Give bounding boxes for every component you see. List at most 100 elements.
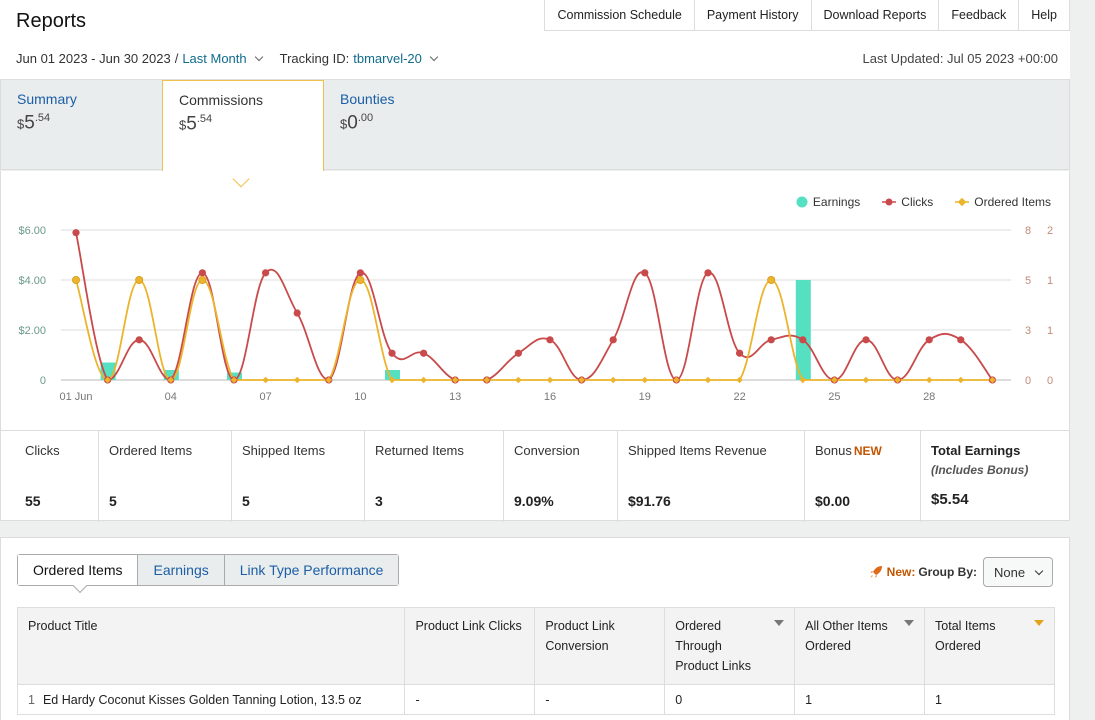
cell-total-items: 1 <box>924 684 1055 715</box>
x-tick-label: 04 <box>165 391 177 403</box>
product-title[interactable]: Ed Hardy Coconut Kisses Golden Tanning L… <box>43 693 362 707</box>
ordered-items-point <box>704 376 712 384</box>
stat-ordered-items: Ordered Items 5 <box>99 431 232 522</box>
tab-bounties[interactable]: Bounties $0.00 <box>324 80 486 172</box>
ordered-items-point <box>262 376 269 384</box>
earnings-legend-icon <box>796 196 808 208</box>
x-tick-label: 13 <box>449 391 461 403</box>
y-tick-label: $2.00 <box>18 325 46 337</box>
stat-value: $91.76 <box>628 493 671 509</box>
ordered-items-point <box>957 376 964 384</box>
clicks-point <box>704 269 712 277</box>
legend-earnings[interactable]: Earnings <box>796 195 860 209</box>
group-by-select[interactable]: None <box>983 557 1053 587</box>
cell-link-conversion: - <box>534 684 666 715</box>
legend-ordered-items[interactable]: Ordered Items <box>955 195 1051 209</box>
col-total-items[interactable]: Total Items Ordered <box>924 607 1055 685</box>
x-tick-label: 10 <box>354 391 366 403</box>
nav-commission-schedule[interactable]: Commission Schedule <box>545 0 695 30</box>
col-product-link-clicks[interactable]: Product Link Clicks <box>404 607 536 685</box>
summary-tabs: Summary $5.54 Commissions $5.54 Bounties… <box>0 80 1070 174</box>
stat-value: $5.54 <box>931 491 969 508</box>
stat-label: Shipped Items <box>242 443 326 458</box>
col-all-other-items[interactable]: All Other Items Ordered <box>794 607 926 685</box>
x-tick-label: 16 <box>544 391 556 403</box>
y3-tick-label: 2 <box>1047 225 1053 237</box>
stat-value: 5 <box>109 493 117 509</box>
y2-tick-label: 8 <box>1025 225 1031 237</box>
clicks-legend-icon <box>882 198 897 206</box>
group-by-control: New: Group By: None <box>869 557 1053 587</box>
sort-active-icon[interactable] <box>1034 620 1044 626</box>
stat-value: 3 <box>375 493 383 509</box>
table-header-row: Product Title Product Link Clicks Produc… <box>16 607 1055 685</box>
clicks-point <box>293 309 301 317</box>
stats-bar: Clicks 55 Ordered Items 5 Shipped Items … <box>0 430 1070 522</box>
clicks-point <box>925 336 933 344</box>
ordered-items-peak <box>198 276 207 285</box>
legend-label: Earnings <box>812 195 861 209</box>
date-filter-row: Jun 01 2023 - Jun 30 2023 / Last Month T… <box>16 51 443 66</box>
chart-legend: Earnings Clicks Ordered Items <box>796 195 1051 209</box>
clicks-legend-dot <box>885 198 893 206</box>
earnings-legend-swatch <box>796 196 808 208</box>
stat-shipped-revenue: Shipped Items Revenue $91.76 <box>618 431 805 522</box>
ordered-items-peak <box>72 276 81 285</box>
stat-label: Total Earnings <box>931 443 1021 458</box>
x-tick-label: 22 <box>733 391 745 403</box>
table-row: 1 Ed Hardy Coconut Kisses Golden Tanning … <box>16 684 1055 715</box>
clicks-point <box>135 336 143 344</box>
ordered-items-point <box>926 376 933 384</box>
y-tick-label: $6.00 <box>18 225 46 237</box>
tab-label: Bounties <box>340 91 395 107</box>
x-tick-label: 28 <box>923 391 935 403</box>
x-tick-label: 07 <box>259 391 271 403</box>
nav-payment-history[interactable]: Payment History <box>695 0 812 30</box>
tracking-id-dropdown[interactable]: tbmarvel-20 <box>353 51 422 66</box>
col-product-title[interactable]: Product Title <box>16 607 406 685</box>
stat-value: 55 <box>25 493 41 509</box>
y-tick-label: 0 <box>40 375 46 387</box>
legend-clicks[interactable]: Clicks <box>882 195 933 209</box>
tab-value: $5.54 <box>179 113 213 135</box>
ordered-items-point <box>294 376 301 384</box>
report-header: Reports Commission Schedule Payment Hist… <box>0 0 1070 80</box>
x-tick-label: 19 <box>639 391 651 403</box>
ordered-items-point <box>546 376 554 384</box>
earnings-chart: 0 0 0 $2.00 3 1 $4.00 5 1 $6.00 8 2 01 Jun 04 07 10 13 16… <box>18 225 1053 403</box>
y3-tick-label: 0 <box>1047 375 1053 387</box>
row-number: 1 <box>28 692 35 707</box>
sort-icon[interactable] <box>904 620 915 626</box>
clicks-point <box>641 269 649 277</box>
nav-help[interactable]: Help <box>1019 0 1070 30</box>
clicks-point <box>546 336 554 344</box>
page-title: Reports <box>16 10 87 32</box>
tracking-label: Tracking ID: <box>279 51 350 66</box>
y2-tick-label: 3 <box>1025 325 1031 337</box>
top-nav: Commission Schedule Payment History Down… <box>544 0 1070 31</box>
group-by-value: None <box>994 564 1026 580</box>
segment-link-type-performance[interactable]: Link Type Performance <box>223 555 399 585</box>
clicks-point <box>862 336 870 344</box>
ordered-items-point <box>862 376 870 384</box>
tab-summary[interactable]: Summary $5.54 <box>1 80 163 172</box>
period-dropdown[interactable]: Last Month <box>182 51 246 66</box>
nav-download-reports[interactable]: Download Reports <box>812 0 940 30</box>
stat-label: Bonus NEW <box>815 443 882 458</box>
stat-shipped-items: Shipped Items 5 <box>232 431 365 522</box>
segment-earnings[interactable]: Earnings <box>137 555 224 585</box>
col-ordered-through-links[interactable]: Ordered Through Product Links <box>664 607 796 685</box>
col-product-link-conversion[interactable]: Product Link Conversion <box>534 607 666 685</box>
sort-icon[interactable] <box>774 620 785 626</box>
chevron-down-icon[interactable] <box>254 52 263 62</box>
tab-commissions[interactable]: Commissions $5.54 <box>162 80 324 174</box>
nav-feedback[interactable]: Feedback <box>939 0 1020 30</box>
ordered-items-peak <box>767 276 776 285</box>
date-separator: / <box>174 51 179 66</box>
ordered-legend-diamond <box>958 197 967 207</box>
new-badge: NEW <box>853 444 882 458</box>
chevron-down-icon[interactable] <box>429 52 439 62</box>
ordered-items-table: Product Title Product Link Clicks Produc… <box>16 607 1055 715</box>
clicks-point <box>262 269 270 277</box>
clicks-point <box>388 349 396 357</box>
